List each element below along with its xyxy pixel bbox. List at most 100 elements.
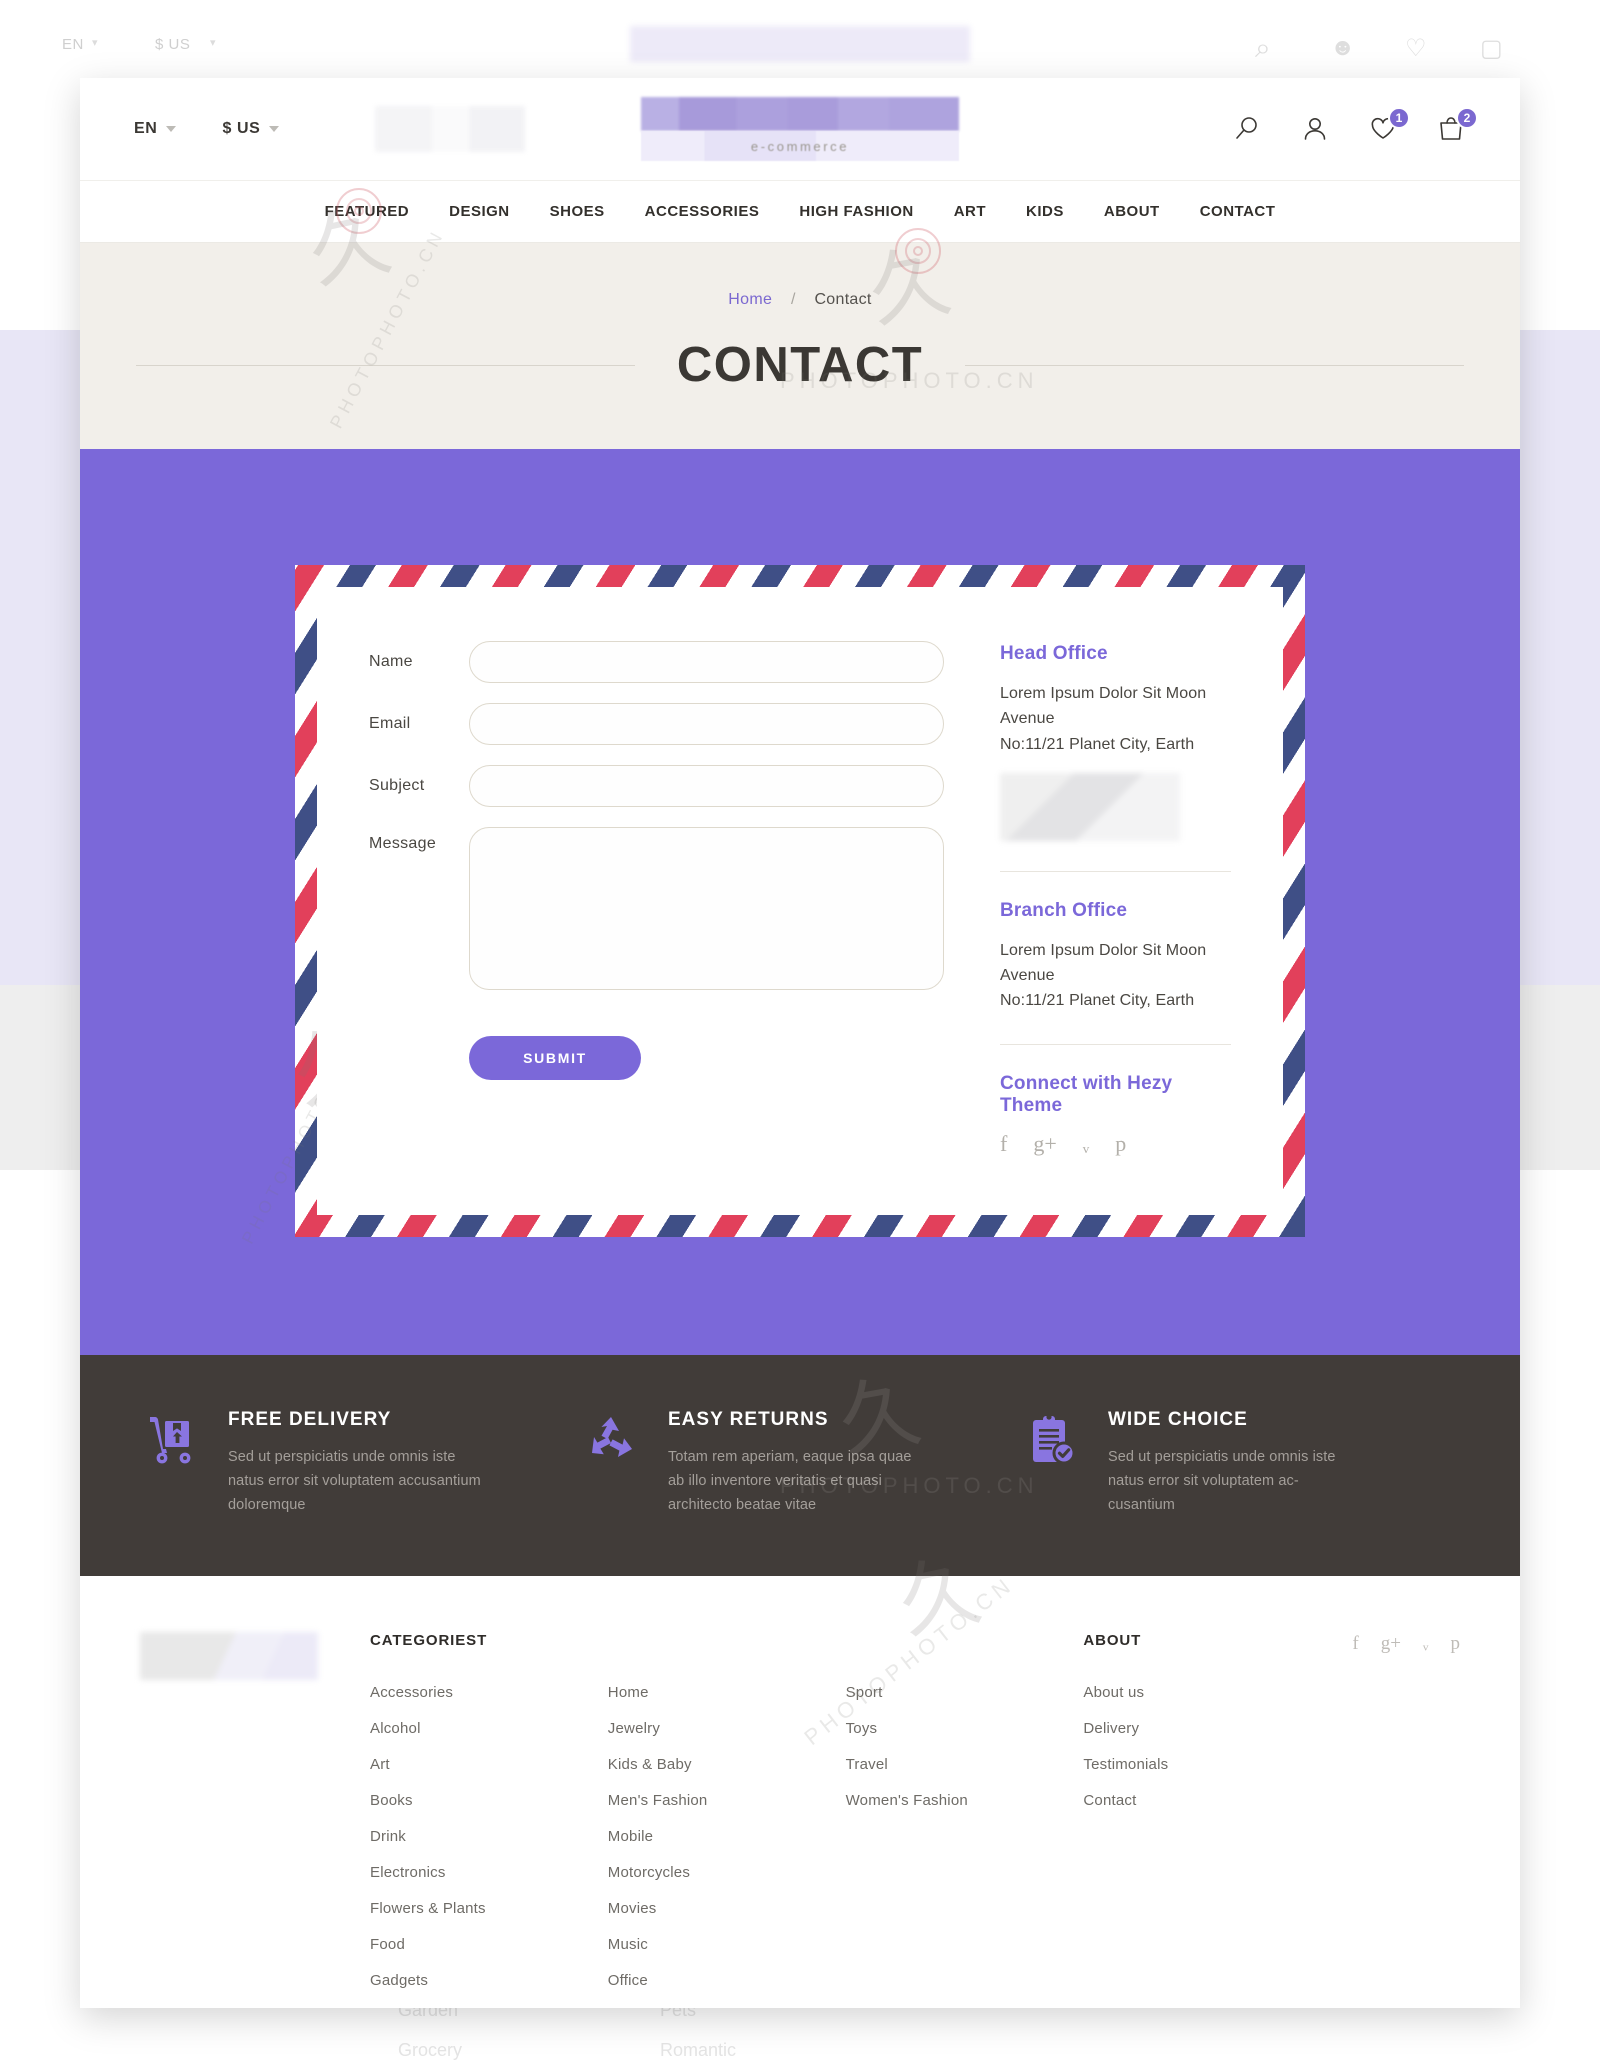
email-input[interactable]	[469, 703, 944, 745]
twitter-icon[interactable]: ᵥ	[1083, 1132, 1089, 1155]
footer-logo[interactable]	[140, 1631, 370, 2008]
list-item: Travel	[846, 1756, 1070, 1774]
name-label: Name	[369, 653, 413, 670]
contact-social-links: f g+ ᵥ р	[1000, 1132, 1231, 1155]
footer-social-links: f g+ ᵥ р	[1310, 1632, 1460, 2008]
footer-link-delivery[interactable]: Delivery	[1083, 1720, 1139, 1737]
footer-link-alcohol[interactable]: Alcohol	[370, 1720, 421, 1737]
footer-link-sport[interactable]: Sport	[846, 1684, 883, 1701]
footer-link-contact[interactable]: Contact	[1083, 1792, 1136, 1809]
hand-truck-icon	[140, 1409, 202, 1518]
footer-link-drink[interactable]: Drink	[370, 1828, 406, 1845]
footer-link-electronics[interactable]: Electronics	[370, 1864, 446, 1881]
footer-link-books[interactable]: Books	[370, 1792, 413, 1809]
footer-link-art[interactable]: Art	[370, 1756, 390, 1773]
submit-button[interactable]: SUBMIT	[469, 1036, 641, 1080]
topbar-blurred-block	[375, 106, 526, 152]
airmail-envelope: Name Email Subject Message SUBMIT Head O…	[295, 565, 1305, 1237]
nav-item-high-fashion[interactable]: HIGH FASHION	[799, 203, 913, 220]
list-item: Drink	[370, 1828, 594, 1846]
head-office-blurred-block	[1000, 772, 1180, 841]
footer-link-home[interactable]: Home	[608, 1684, 649, 1701]
nav-item-featured[interactable]: FEATURED	[325, 203, 410, 220]
facebook-icon[interactable]: f	[1000, 1132, 1007, 1155]
footer-column-categories-3: Sport Toys Travel Women's Fashion	[846, 1632, 1084, 2008]
google-plus-icon[interactable]: g+	[1381, 1634, 1401, 2008]
name-input[interactable]	[469, 641, 944, 683]
user-icon[interactable]	[1300, 114, 1330, 144]
list-item: Sport	[846, 1684, 1070, 1702]
header-icons: 1 2	[1232, 107, 1478, 144]
feature-text-block: EASY RETURNS Totam rem aperiam, eaque ip…	[668, 1409, 923, 1518]
message-textarea[interactable]	[469, 827, 944, 990]
contact-form: Name Email Subject Message SUBMIT	[369, 631, 944, 1155]
feature-description: Sed ut perspiciatis unde omnis iste natu…	[1108, 1448, 1336, 1514]
nav-item-accessories[interactable]: ACCESSORIES	[645, 203, 760, 220]
footer-link-jewelry[interactable]: Jewelry	[608, 1720, 660, 1737]
breadcrumb-home[interactable]: Home	[728, 291, 772, 308]
chevron-down-icon	[166, 126, 177, 132]
nav-item-design[interactable]: DESIGN	[449, 203, 510, 220]
nav-item-contact[interactable]: CONTACT	[1200, 203, 1276, 220]
chevron-down-icon	[269, 126, 280, 132]
twitter-icon[interactable]: ᵥ	[1423, 1634, 1429, 2008]
footer-link-testimonials[interactable]: Testimonials	[1083, 1756, 1168, 1773]
footer-link-flowers-plants[interactable]: Flowers & Plants	[370, 1900, 486, 1917]
footer-list: Home Jewelry Kids & Baby Men's Fashion M…	[608, 1684, 832, 2008]
list-item: Men's Fashion	[608, 1792, 832, 1810]
currency-selector[interactable]: $ US	[222, 120, 280, 138]
subject-input[interactable]	[469, 765, 944, 807]
site-logo[interactable]: e-commerce	[641, 97, 959, 161]
footer-link-motorcycles[interactable]: Motorcycles	[608, 1864, 690, 1881]
footer-link-food[interactable]: Food	[370, 1936, 405, 1953]
footer-link-about-us[interactable]: About us	[1083, 1684, 1144, 1701]
nav-item-about[interactable]: ABOUT	[1104, 203, 1160, 220]
envelope-content: Name Email Subject Message SUBMIT Head O…	[317, 587, 1283, 1215]
footer-link-gadgets[interactable]: Gadgets	[370, 1972, 428, 1989]
footer-link-travel[interactable]: Travel	[846, 1756, 888, 1773]
page-card: EN $ US e-commerce 1 2 FEATURED DESIGN S…	[80, 78, 1520, 2008]
pinterest-icon[interactable]: р	[1451, 1634, 1461, 2008]
features-bar: FREE DELIVERY Sed ut perspiciatis unde o…	[80, 1354, 1520, 1576]
bag-icon[interactable]: 2	[1436, 107, 1478, 144]
subject-label: Subject	[369, 777, 425, 794]
list-item: Delivery	[1083, 1720, 1296, 1738]
list-item: Alcohol	[370, 1720, 594, 1738]
feature-easy-returns: EASY RETURNS Totam rem aperiam, eaque ip…	[580, 1409, 1020, 1518]
logo-subtitle: e-commerce	[641, 131, 959, 161]
footer-link-mens-fashion[interactable]: Men's Fashion	[608, 1792, 708, 1809]
pinterest-icon[interactable]: р	[1115, 1132, 1126, 1155]
branch-office-line2: No:11/21 Planet City, Earth	[1000, 992, 1195, 1010]
form-row-name: Name	[369, 641, 944, 683]
footer-list: About us Delivery Testimonials Contact	[1083, 1684, 1296, 1810]
list-item: Office	[608, 1972, 832, 1990]
feature-title: FREE DELIVERY	[228, 1408, 392, 1430]
footer-link-movies[interactable]: Movies	[608, 1900, 657, 1917]
footer-link-accessories[interactable]: Accessories	[370, 1684, 453, 1701]
nav-item-shoes[interactable]: SHOES	[550, 203, 605, 220]
site-footer: CATEGORIEST Accessories Alcohol Art Book…	[80, 1575, 1520, 2008]
feature-title: EASY RETURNS	[668, 1408, 829, 1430]
footer-link-kids-baby[interactable]: Kids & Baby	[608, 1756, 692, 1773]
nav-item-kids[interactable]: KIDS	[1026, 203, 1064, 220]
language-selector[interactable]: EN	[134, 120, 177, 138]
facebook-icon[interactable]: f	[1352, 1634, 1358, 2008]
footer-list: Sport Toys Travel Women's Fashion	[846, 1684, 1070, 1810]
list-item: Jewelry	[608, 1720, 832, 1738]
search-icon[interactable]	[1232, 114, 1262, 144]
heart-icon[interactable]: 1	[1368, 107, 1410, 144]
footer-link-womens-fashion[interactable]: Women's Fashion	[846, 1792, 968, 1809]
wishlist-badge: 1	[1388, 107, 1410, 129]
google-plus-icon[interactable]: g+	[1033, 1132, 1056, 1155]
footer-link-mobile[interactable]: Mobile	[608, 1828, 653, 1845]
contact-info-panel: Head Office Lorem Ipsum Dolor Sit Moon A…	[944, 631, 1231, 1155]
nav-item-art[interactable]: ART	[954, 203, 986, 220]
list-item: Women's Fashion	[846, 1792, 1070, 1810]
footer-link-office[interactable]: Office	[608, 1972, 648, 1989]
main-navigation: FEATURED DESIGN SHOES ACCESSORIES HIGH F…	[80, 181, 1520, 243]
list-item: Mobile	[608, 1828, 832, 1846]
footer-link-music[interactable]: Music	[608, 1936, 648, 1953]
list-item: Art	[370, 1756, 594, 1774]
footer-link-toys[interactable]: Toys	[846, 1720, 878, 1737]
footer-list: Accessories Alcohol Art Books Drink Elec…	[370, 1684, 594, 2008]
